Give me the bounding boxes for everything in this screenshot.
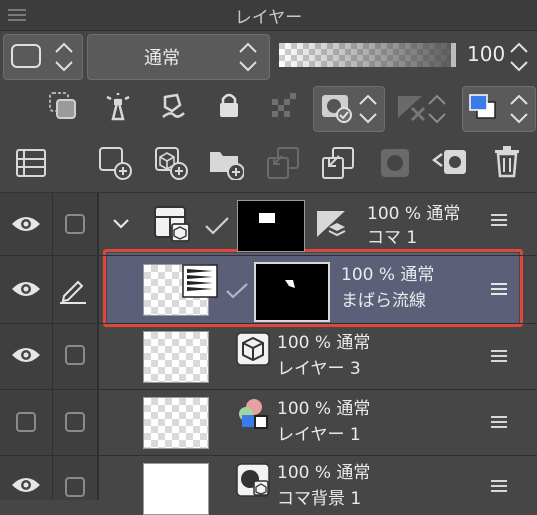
row-separator (0, 455, 537, 456)
layer-color-stepper-icon[interactable] (507, 92, 531, 126)
opacity-value[interactable]: 100 (467, 42, 505, 66)
edit-target-checkbox[interactable] (65, 345, 85, 365)
visibility-checkbox[interactable] (16, 412, 36, 432)
drag-handle-icon[interactable] (491, 282, 507, 296)
layer-mode-bar (0, 83, 537, 135)
panel-title: レイヤー (234, 8, 303, 28)
new-raster-layer-icon[interactable] (98, 146, 132, 180)
layer-opacity: 100 % (277, 463, 332, 483)
layer-name[interactable]: レイヤー 3 (277, 358, 361, 380)
layer-info: 100 % 通常 (367, 203, 460, 225)
layer-opacity: 100 % (341, 265, 396, 285)
drag-handle-icon[interactable] (491, 479, 507, 493)
eye-icon[interactable] (10, 278, 42, 300)
layer-opacity: 100 % (367, 204, 422, 224)
folder-indent-line (98, 193, 99, 500)
vector-layer-icon (236, 332, 270, 366)
row-separator (0, 255, 537, 256)
new-folder-icon[interactable] (208, 146, 244, 180)
layer-blend-mode: 通常 (336, 399, 371, 419)
layer-name[interactable]: コマ 1 (367, 227, 417, 249)
create-layer-mask-icon[interactable] (432, 146, 468, 178)
layer-info: 100 % 通常 (277, 332, 370, 354)
drag-handle-icon[interactable] (491, 415, 507, 429)
layer-list-view-icon[interactable] (16, 149, 46, 177)
layer-name[interactable]: レイヤー 1 (277, 424, 361, 446)
clip-to-layer-below-icon[interactable] (48, 91, 78, 121)
layer-opacity: 100 % (277, 399, 332, 419)
rounded-square-icon (11, 44, 41, 68)
opacity-slider[interactable] (279, 43, 457, 67)
ruler-show-icon[interactable] (315, 209, 349, 241)
layer-blend-mode: 通常 (336, 463, 371, 483)
blend-mode-stepper-icon[interactable] (236, 40, 260, 74)
merge-down-icon[interactable] (321, 146, 355, 180)
stepper-arrows-icon[interactable] (52, 40, 76, 74)
lock-layer-icon[interactable] (216, 90, 242, 120)
ruler-stepper-icon[interactable] (425, 92, 449, 126)
eye-icon[interactable] (10, 344, 42, 366)
ruler-visibility-icon[interactable] (394, 92, 428, 122)
mask-white-shape (283, 278, 297, 292)
mask-link-check-icon[interactable] (204, 216, 230, 236)
layer-opacity: 100 % (277, 333, 332, 353)
color-raster-layer-icon (236, 397, 272, 433)
mask-stepper-icon[interactable] (356, 92, 380, 126)
mask-white-area (259, 213, 275, 223)
edit-target-checkbox[interactable] (65, 477, 85, 497)
layer-name[interactable]: コマ背景 1 (277, 488, 361, 510)
layer-blend-mode: 通常 (400, 265, 435, 285)
layer-thumbnail (143, 397, 209, 449)
edit-target-checkbox[interactable] (65, 214, 85, 234)
transfer-to-lower-layer-icon[interactable] (266, 146, 300, 180)
new-vector-layer-icon[interactable] (154, 146, 188, 180)
speed-lines-layer-icon (182, 264, 218, 298)
layer-mask-thumbnail (237, 200, 305, 252)
blend-mode-value: 通常 (144, 48, 180, 69)
frame-folder-icon (154, 206, 190, 242)
drag-handle-icon[interactable] (491, 349, 507, 363)
layer-info: 100 % 通常 (341, 264, 434, 286)
eye-icon[interactable] (10, 213, 42, 235)
eye-icon[interactable] (10, 474, 42, 496)
reference-layer-icon[interactable] (103, 91, 133, 121)
apply-mask-icon[interactable] (380, 148, 410, 178)
mask-check-icon (320, 93, 354, 123)
lock-transparent-pixels-icon[interactable] (270, 93, 298, 119)
layer-thumbnail (143, 331, 209, 383)
layer-blend-mode: 通常 (336, 333, 371, 353)
mask-link-check-icon[interactable] (225, 282, 249, 300)
paper-layer-icon (236, 463, 272, 499)
layer-mask-thumbnail (254, 262, 330, 322)
edit-target-checkbox[interactable] (65, 412, 85, 432)
layer-color-swatch-icon (468, 93, 498, 121)
chevron-down-icon[interactable] (112, 217, 130, 231)
layer-thumbnail (143, 463, 209, 515)
delete-layer-icon[interactable] (493, 146, 521, 178)
draft-layer-icon[interactable] (158, 91, 188, 121)
layer-info: 100 % 通常 (277, 398, 370, 420)
row-separator (0, 323, 537, 324)
drag-handle-icon[interactable] (491, 213, 507, 227)
pen-edit-icon[interactable] (58, 276, 88, 304)
layer-info: 100 % 通常 (277, 462, 370, 484)
layer-name[interactable]: まばら流線 (341, 290, 426, 312)
layer-blend-mode: 通常 (426, 204, 461, 224)
row-separator (0, 389, 537, 390)
opacity-stepper-icon[interactable] (507, 40, 531, 74)
